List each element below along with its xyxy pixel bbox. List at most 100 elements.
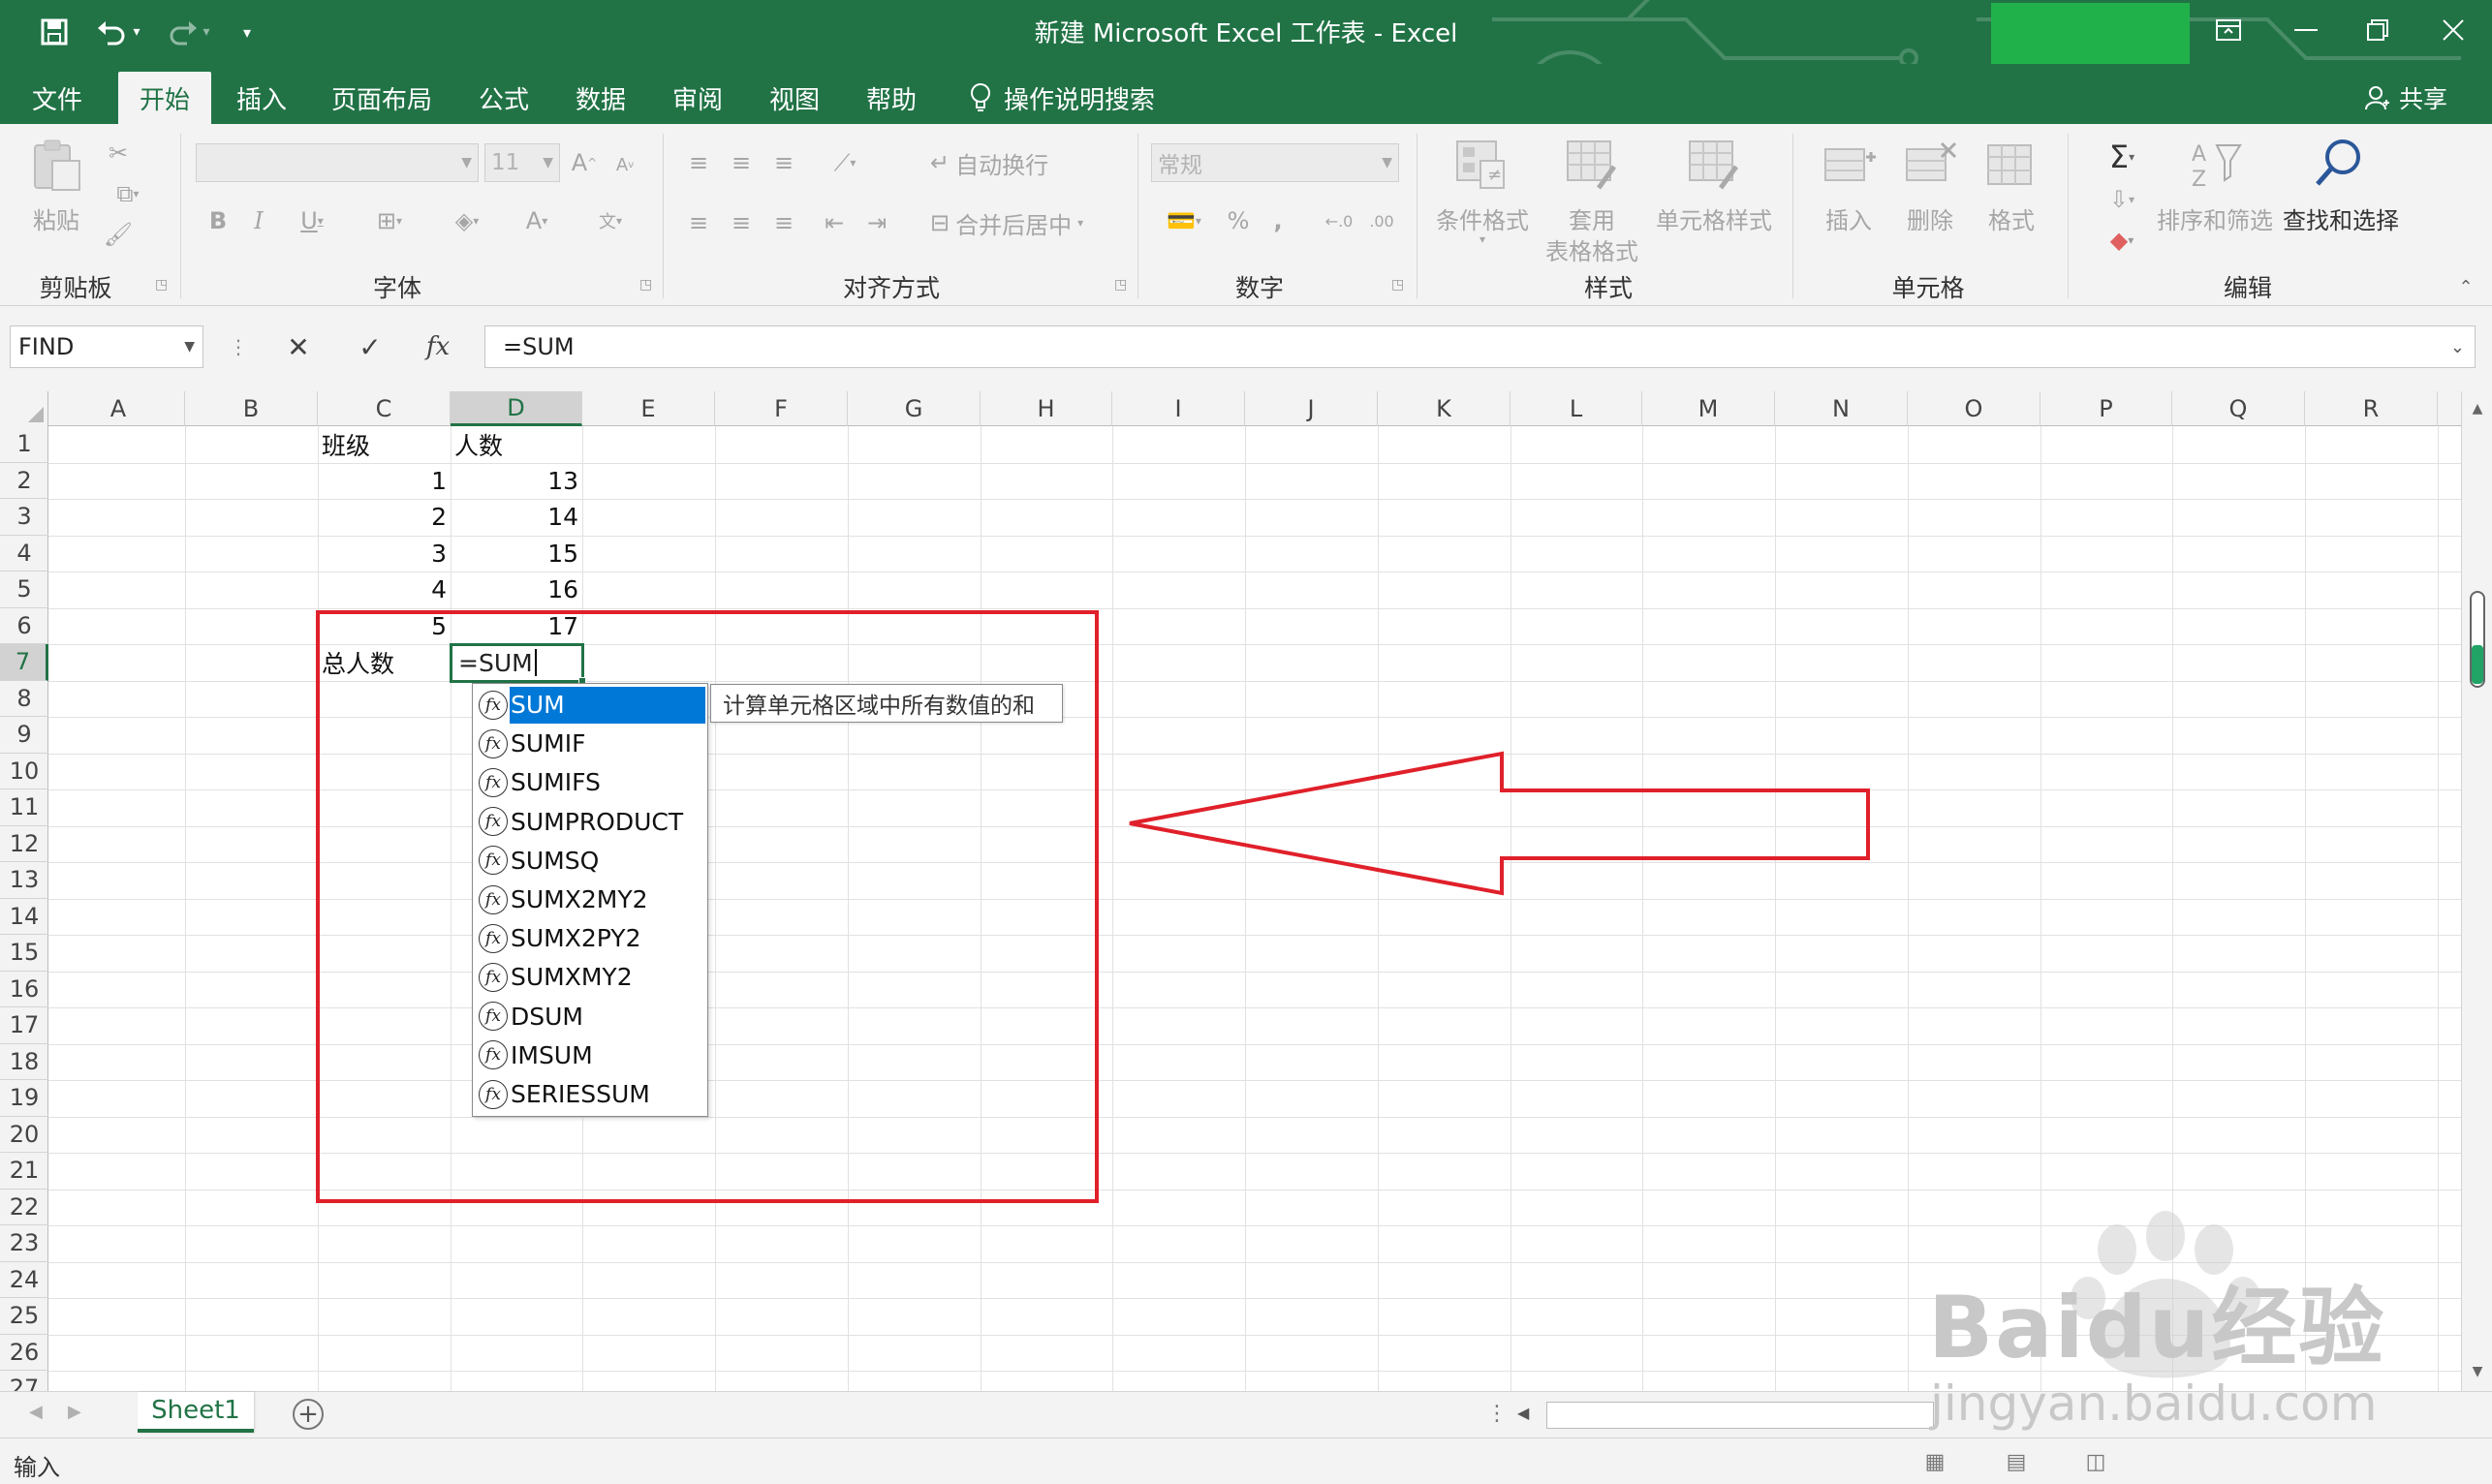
cell-styles-label[interactable]: 单元格样式	[1653, 201, 1775, 235]
normal-view-icon[interactable]: ▦	[1918, 1448, 1951, 1475]
column-header-c[interactable]: C	[318, 391, 451, 426]
format-as-table-icon[interactable]	[1564, 138, 1618, 192]
align-middle-icon[interactable]: ≡	[723, 145, 760, 180]
find-select-label[interactable]: 查找和选择	[2279, 201, 2403, 235]
row-header-8[interactable]: 8	[0, 681, 48, 717]
select-all-button[interactable]	[0, 391, 48, 426]
formula-input[interactable]: =SUM ⌄	[484, 325, 2476, 368]
row-header-19[interactable]: 19	[0, 1080, 48, 1117]
row-header-18[interactable]: 18	[0, 1044, 48, 1080]
cell-c1[interactable]: 班级	[318, 426, 451, 463]
cell-c4[interactable]: 3	[318, 536, 451, 572]
row-header-5[interactable]: 5	[0, 572, 48, 608]
accounting-icon[interactable]: 💳 ▾	[1155, 203, 1213, 238]
comma-icon[interactable]: ,	[1263, 203, 1293, 238]
row-header-17[interactable]: 17	[0, 1007, 48, 1044]
row-header-20[interactable]: 20	[0, 1117, 48, 1153]
scroll-down-icon[interactable]: ▼	[2464, 1358, 2491, 1385]
font-name-combo[interactable]: ▼	[196, 143, 479, 182]
conditional-format-icon[interactable]: ≠	[1453, 138, 1508, 192]
column-header-o[interactable]: O	[1908, 391, 2040, 426]
row-header-16[interactable]: 16	[0, 972, 48, 1007]
format-cells-label[interactable]: 格式	[1980, 201, 2042, 235]
scroll-left-icon[interactable]: ◀	[1517, 1404, 1529, 1422]
decrease-font-icon[interactable]: Av	[610, 149, 639, 180]
column-header-i[interactable]: I	[1112, 391, 1245, 426]
column-header-f[interactable]: F	[715, 391, 848, 426]
tab-review[interactable]: 审阅	[657, 72, 738, 124]
tell-me-search[interactable]: 操作说明搜索	[969, 72, 1155, 124]
row-header-7[interactable]: 7	[0, 644, 48, 681]
share-button[interactable]: 共享	[2364, 72, 2447, 124]
column-header-n[interactable]: N	[1775, 391, 1908, 426]
alignment-launcher-icon[interactable]: ◳	[1114, 277, 1127, 293]
row-header-25[interactable]: 25	[0, 1298, 48, 1335]
paste-label[interactable]: 粘贴	[27, 201, 85, 235]
scroll-up-icon[interactable]: ▲	[2464, 395, 2491, 422]
decrease-indent-icon[interactable]: ⇤	[816, 205, 853, 240]
align-left-icon[interactable]: ≡	[680, 205, 717, 240]
clear-icon[interactable]: ◆ ▾	[2093, 223, 2151, 258]
prev-sheet-icon[interactable]: ◀	[29, 1402, 43, 1422]
font-launcher-icon[interactable]: ◳	[639, 277, 652, 293]
underline-icon[interactable]: U ▾	[283, 203, 341, 238]
align-top-icon[interactable]: ≡	[680, 145, 717, 180]
italic-icon[interactable]: I	[242, 203, 275, 238]
close-icon[interactable]	[2424, 8, 2482, 52]
cell-d1[interactable]: 人数	[451, 426, 582, 463]
cut-icon[interactable]: ✂	[101, 136, 136, 170]
percent-icon[interactable]: %	[1221, 203, 1256, 238]
column-header-m[interactable]: M	[1642, 391, 1775, 426]
insert-cells-label[interactable]: 插入	[1818, 201, 1880, 235]
increase-font-icon[interactable]: A ^	[570, 145, 599, 180]
row-header-22[interactable]: 22	[0, 1190, 48, 1225]
tab-home[interactable]: 开始	[118, 72, 211, 124]
number-launcher-icon[interactable]: ◳	[1391, 277, 1404, 293]
save-icon[interactable]	[35, 10, 74, 54]
delete-cells-icon[interactable]	[1903, 138, 1957, 192]
font-color-icon[interactable]: A ▾	[508, 203, 566, 238]
redo-icon[interactable]: ▾	[159, 10, 217, 54]
decrease-decimal-icon[interactable]: .00	[1362, 203, 1401, 238]
restore-icon[interactable]	[2349, 8, 2407, 52]
row-header-1[interactable]: 1	[0, 426, 48, 463]
align-right-icon[interactable]: ≡	[765, 205, 802, 240]
tab-insert[interactable]: 插入	[221, 72, 302, 124]
format-as-table-label-2[interactable]: 表格格式	[1533, 232, 1651, 266]
row-header-21[interactable]: 21	[0, 1153, 48, 1190]
page-break-view-icon[interactable]: ◫	[2079, 1448, 2112, 1475]
conditional-format-label[interactable]: 条件格式	[1430, 201, 1535, 235]
find-select-icon[interactable]	[2312, 136, 2366, 190]
row-header-13[interactable]: 13	[0, 862, 48, 899]
column-header-g[interactable]: G	[848, 391, 981, 426]
column-header-h[interactable]: H	[981, 391, 1112, 426]
next-sheet-icon[interactable]: ▶	[68, 1402, 81, 1422]
cancel-entry-icon[interactable]: ✕	[277, 325, 320, 368]
column-header-k[interactable]: K	[1378, 391, 1511, 426]
row-header-11[interactable]: 11	[0, 789, 48, 826]
row-header-9[interactable]: 9	[0, 717, 48, 754]
tab-formulas[interactable]: 公式	[463, 72, 545, 124]
name-box[interactable]: FIND ▼	[10, 325, 203, 368]
tab-page-layout[interactable]: 页面布局	[318, 72, 446, 124]
minimize-icon[interactable]	[2277, 8, 2335, 52]
row-header-26[interactable]: 26	[0, 1335, 48, 1371]
row-header-23[interactable]: 23	[0, 1225, 48, 1262]
row-header-2[interactable]: 2	[0, 463, 48, 499]
increase-indent-icon[interactable]: ⇥	[858, 205, 895, 240]
number-format-combo[interactable]: 常规 ▼	[1151, 143, 1399, 182]
column-header-a[interactable]: A	[52, 391, 185, 426]
tab-help[interactable]: 帮助	[851, 72, 932, 124]
cell-c3[interactable]: 2	[318, 499, 451, 536]
cell-styles-icon[interactable]	[1686, 138, 1740, 192]
format-as-table-label-1[interactable]: 套用	[1550, 201, 1634, 235]
row-header-14[interactable]: 14	[0, 899, 48, 935]
font-size-combo[interactable]: 11 ▼	[484, 143, 560, 182]
sort-filter-icon[interactable]: AZ	[2188, 138, 2242, 192]
cell-c5[interactable]: 4	[318, 572, 451, 608]
clipboard-launcher-icon[interactable]: ◳	[155, 277, 168, 293]
column-header-p[interactable]: P	[2040, 391, 2172, 426]
insert-cells-icon[interactable]	[1822, 138, 1876, 192]
increase-decimal-icon[interactable]: ←.0	[1320, 203, 1358, 238]
customize-qat-icon[interactable]: ▾	[233, 10, 262, 54]
